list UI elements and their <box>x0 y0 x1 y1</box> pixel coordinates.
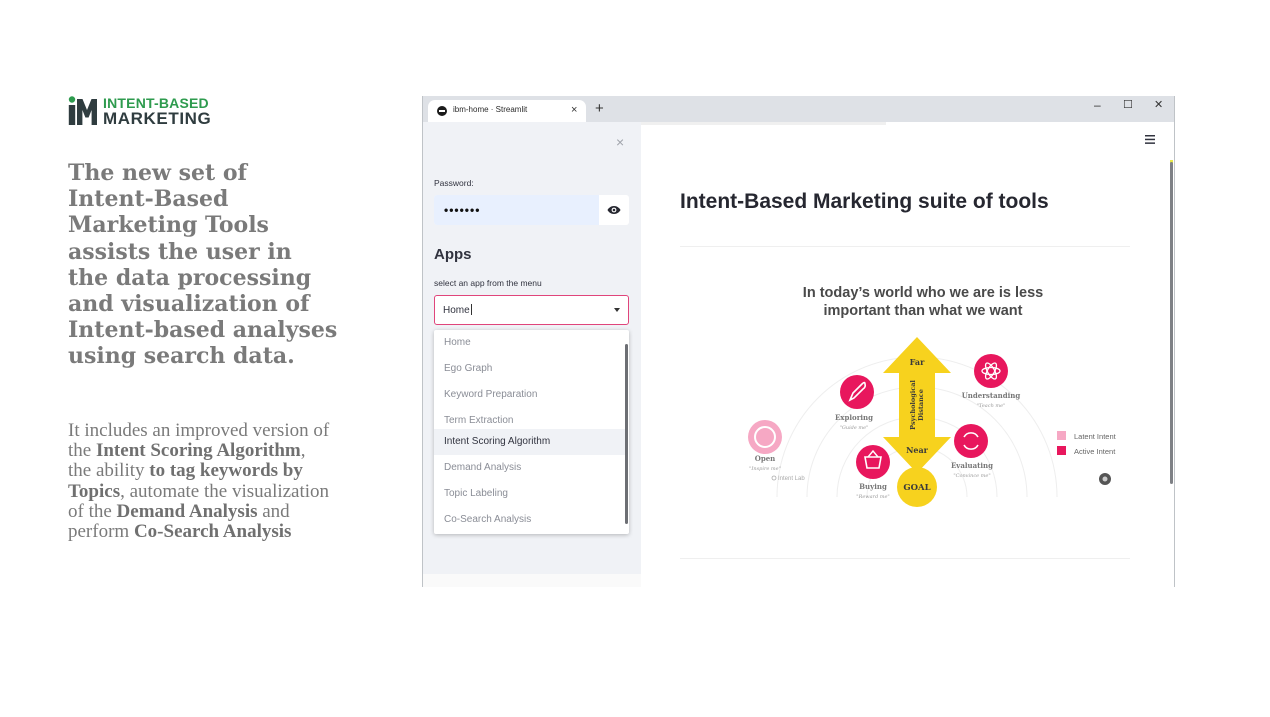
exploring-circle <box>840 375 874 409</box>
infographic-title-line1: In today’s world who we are is less <box>803 285 1043 301</box>
apps-heading: Apps <box>434 246 472 263</box>
infographic-title-line2: important than what we want <box>824 303 1023 319</box>
tab-title: ibm-home · Streamlit <box>453 105 528 114</box>
source-label: Intent Lab <box>778 476 805 482</box>
option-topic-labeling[interactable]: Topic Labeling <box>434 481 626 507</box>
axis-label-line2: Distance <box>917 389 925 421</box>
im-logo-icon <box>68 96 97 125</box>
legend-active-label: Active Intent <box>1074 447 1116 456</box>
app-select-value: Home <box>443 304 472 316</box>
password-label: Password: <box>434 178 474 188</box>
stage-buying-label: Buying <box>859 482 887 491</box>
slide-body: It includes an improved version of the I… <box>68 420 330 543</box>
apps-subtitle: select an app from the menu <box>434 278 542 288</box>
evaluating-circle <box>954 424 988 458</box>
browser-tab[interactable]: ibm-home · Streamlit × <box>428 100 586 122</box>
stage-exploring-quote: "Guide me" <box>840 425 869 431</box>
password-field: ••••••• <box>434 195 629 225</box>
sidebar-close-icon[interactable]: × <box>616 134 624 150</box>
new-tab-icon[interactable]: + <box>595 101 604 116</box>
body-bold-co-search: Co-Search Analysis <box>133 521 292 543</box>
body-bold-intent-scoring: Intent Scoring Algorithm <box>95 440 301 462</box>
stage-evaluating-label: Evaluating <box>951 461 993 470</box>
far-label: Far <box>910 357 925 367</box>
stage-evaluating-quote: "Convince me" <box>953 473 990 479</box>
browser-window: ibm-home · Streamlit × + – ☐ ✕ × Passwor… <box>422 96 1175 587</box>
app-select-dropdown: Home Ego Graph Keyword Preparation Term … <box>434 330 629 534</box>
near-label: Near <box>906 445 929 455</box>
main-scrollbar[interactable] <box>1170 162 1173 484</box>
legend-latent-swatch <box>1057 431 1066 440</box>
goal-label: GOAL <box>903 483 930 493</box>
body-bold-demand-analysis: Demand Analysis <box>116 500 258 522</box>
minimize-icon[interactable]: – <box>1094 98 1101 112</box>
intent-lab-icon <box>771 475 777 481</box>
option-demand-analysis[interactable]: Demand Analysis <box>434 455 626 481</box>
option-keyword-preparation[interactable]: Keyword Preparation <box>434 382 626 408</box>
intent-based-marketing-logo: INTENT-BASED MARKETING <box>68 96 228 130</box>
understanding-circle <box>974 354 1008 388</box>
hamburger-menu-icon[interactable] <box>1145 135 1156 144</box>
stage-understanding-label: Understanding <box>962 391 1021 400</box>
option-ego-graph[interactable]: Ego Graph <box>434 356 626 382</box>
logo-line-2: MARKETING <box>103 109 212 128</box>
open-circle <box>748 420 782 454</box>
browser-titlebar: ibm-home · Streamlit × + – ☐ ✕ <box>423 96 1174 122</box>
option-intent-scoring-algorithm[interactable]: Intent Scoring Algorithm <box>434 429 626 455</box>
streamlit-favicon-icon <box>437 106 447 116</box>
streamlit-sidebar: × Password: ••••••• Apps select an app f… <box>423 122 641 587</box>
dropdown-scrollbar[interactable] <box>625 344 628 524</box>
stage-understanding-quote: "Teach me" <box>977 403 1006 409</box>
maximize-icon[interactable]: ☐ <box>1123 98 1133 112</box>
option-co-search-analysis[interactable]: Co-Search Analysis <box>434 507 626 533</box>
legend-latent-label: Latent Intent <box>1074 432 1117 441</box>
page-title: Intent-Based Marketing suite of tools <box>680 190 1049 213</box>
option-home[interactable]: Home <box>434 330 626 356</box>
chevron-down-icon[interactable] <box>614 308 620 312</box>
tab-close-icon[interactable]: × <box>571 103 577 117</box>
intent-infographic: In today’s world who we are is less impo… <box>748 285 1117 507</box>
stage-buying-quote: "Reward me" <box>856 494 889 500</box>
stage-open-label: Open <box>755 454 776 463</box>
stage-exploring-label: Exploring <box>835 413 873 422</box>
axis-label-line1: Psychological <box>909 380 917 430</box>
streamlit-main: Intent-Based Marketing suite of tools In… <box>641 122 1174 587</box>
app-select[interactable]: Home <box>434 295 629 325</box>
window-close-icon[interactable]: ✕ <box>1154 98 1163 112</box>
legend-active-swatch <box>1057 446 1066 455</box>
show-password-eye-icon[interactable] <box>607 205 621 215</box>
slide-headline: The new set of Intent-Based Marketing To… <box>68 160 338 370</box>
password-input[interactable]: ••••••• <box>434 195 599 225</box>
stage-open-quote: "Inspire me" <box>749 466 781 472</box>
